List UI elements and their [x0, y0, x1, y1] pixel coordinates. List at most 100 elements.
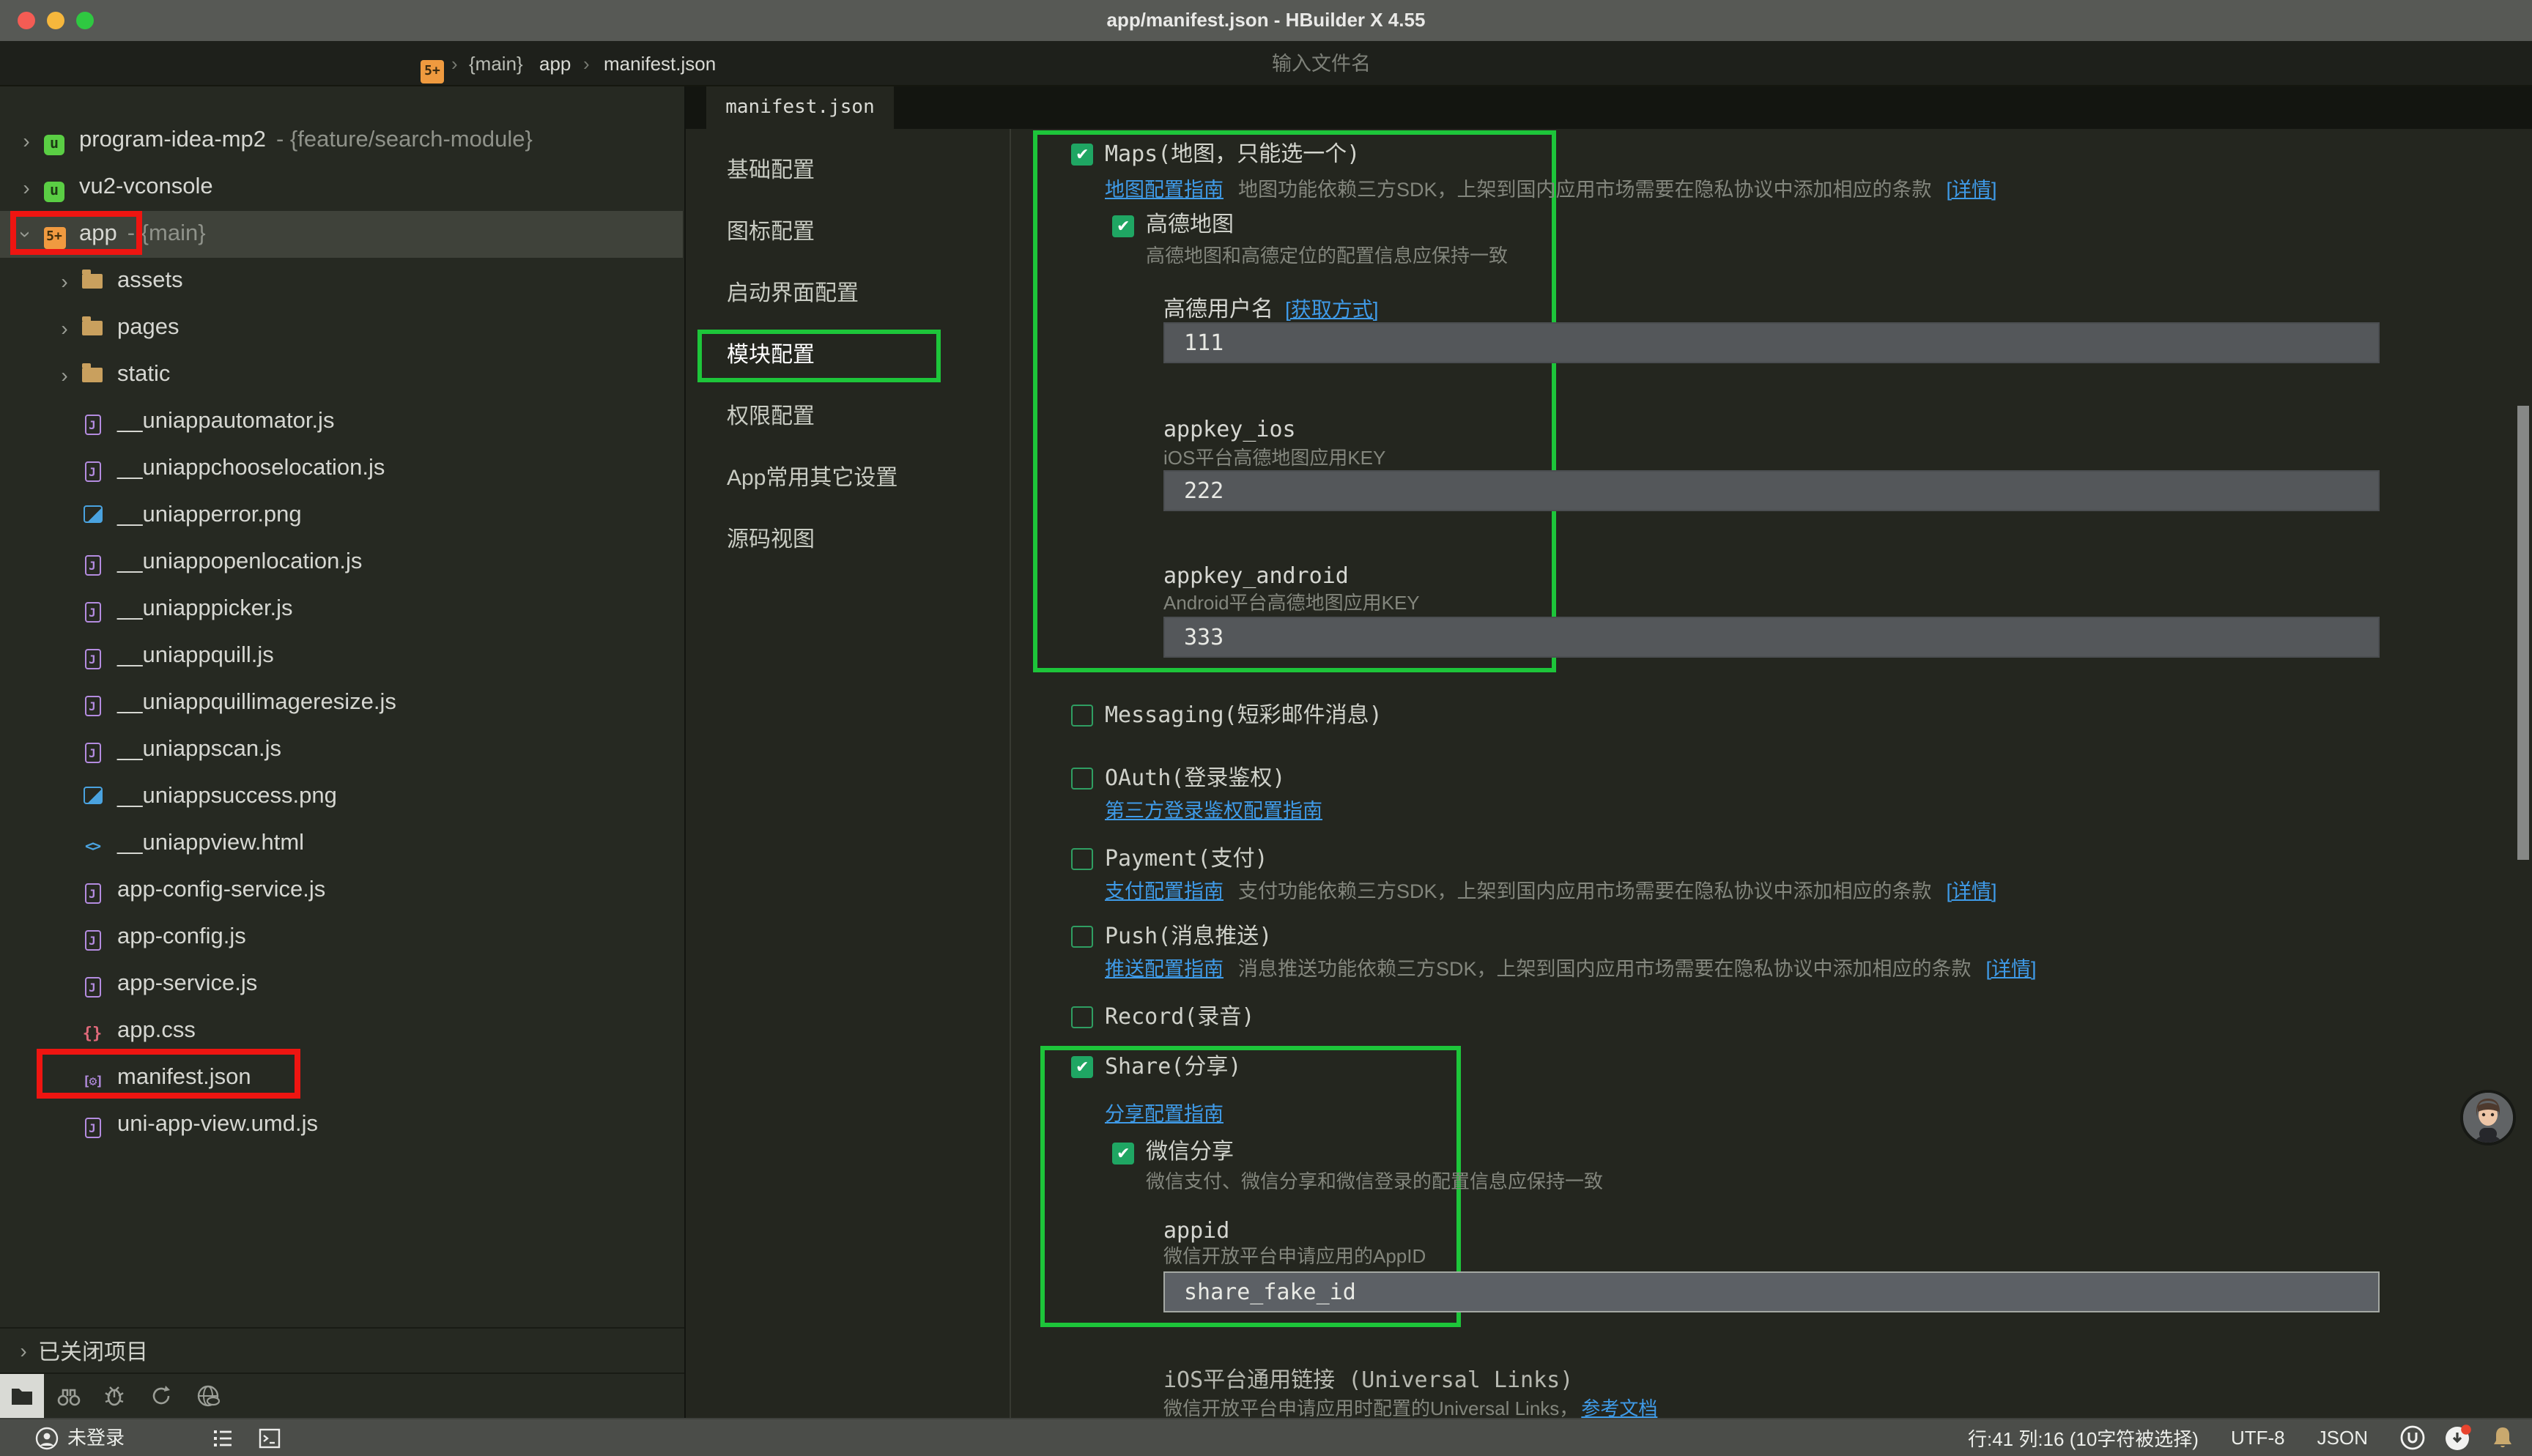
appkey-ios-input[interactable]: [1163, 470, 2380, 511]
tree-item-__uniappview.html[interactable]: <>__uniappview.html: [0, 820, 683, 867]
tree-item-__uniappautomator.js[interactable]: J__uniappautomator.js: [0, 398, 683, 445]
config-menu-item-7[interactable]: 源码视图: [727, 510, 897, 571]
debug-bug-icon[interactable]: [101, 1383, 127, 1409]
chevron-right-icon[interactable]: ›: [50, 270, 79, 293]
search-binoculars-icon[interactable]: [56, 1383, 82, 1409]
tree-item-__uniapperror.png[interactable]: __uniapperror.png: [0, 492, 683, 539]
amap-username-input[interactable]: [1163, 322, 2380, 363]
push-guide-link[interactable]: 推送配置指南: [1105, 952, 1224, 981]
cursor-position[interactable]: 行:41 列:16 (10字符被选择): [1968, 1424, 2199, 1452]
tree-item-app-config.js[interactable]: Japp-config.js: [0, 914, 683, 961]
config-menu-item-5[interactable]: 权限配置: [727, 387, 897, 448]
update-download-icon[interactable]: [2444, 1424, 2472, 1452]
chevron-right-icon[interactable]: ›: [9, 1339, 38, 1362]
maps-checkbox[interactable]: [1071, 144, 1093, 166]
oauth-guide-link[interactable]: 第三方登录鉴权配置指南: [1105, 794, 1322, 823]
js-file-icon: J: [79, 971, 106, 998]
tree-item-app-config-service.js[interactable]: Japp-config-service.js: [0, 867, 683, 914]
sync-export-icon[interactable]: [148, 1383, 174, 1409]
tree-item-uni-app-view.umd.js[interactable]: Juni-app-view.umd.js: [0, 1102, 683, 1148]
appkey-android-input[interactable]: [1163, 617, 2380, 658]
oauth-checkbox[interactable]: [1071, 768, 1093, 790]
tree-item-program-idea-mp2[interactable]: ›uprogram-idea-mp2- {feature/search-modu…: [0, 117, 683, 164]
file-name: static: [117, 362, 170, 388]
messaging-checkbox[interactable]: [1071, 705, 1093, 727]
file-name: __uniappscan.js: [117, 737, 281, 763]
editor-tab-bar: manifest.json: [686, 86, 2532, 129]
encoding-indicator[interactable]: UTF-8: [2231, 1427, 2285, 1449]
outline-list-icon[interactable]: [211, 1427, 234, 1450]
chevron-right-icon[interactable]: ›: [50, 316, 79, 340]
record-checkbox[interactable]: [1071, 1006, 1093, 1028]
user-account-icon[interactable]: [35, 1427, 59, 1450]
terminal-icon[interactable]: [258, 1427, 281, 1450]
amap-checkbox[interactable]: [1112, 215, 1134, 237]
payment-guide-link[interactable]: 支付配置指南: [1105, 874, 1224, 904]
chevron-right-icon[interactable]: ›: [12, 176, 41, 199]
files-panel-tab[interactable]: [0, 1374, 44, 1418]
share-label: Share(分享): [1105, 1053, 1241, 1080]
config-menu-item-6[interactable]: App常用其它设置: [727, 448, 897, 510]
share-checkbox[interactable]: [1071, 1056, 1093, 1078]
push-checkbox[interactable]: [1071, 926, 1093, 948]
universal-links-doc-link[interactable]: 参考文档: [1581, 1393, 1657, 1421]
maps-label: Maps(地图，只能选一个): [1105, 141, 1360, 167]
assistant-avatar[interactable]: [2460, 1090, 2516, 1145]
tree-item-__uniappscan.js[interactable]: J__uniappscan.js: [0, 727, 683, 773]
breadcrumb-chevron-icon: ›: [583, 41, 590, 86]
tab-manifest-json[interactable]: manifest.json: [706, 86, 894, 129]
file-name: __uniappchooselocation.js: [117, 456, 385, 482]
wechat-appid-note: 微信开放平台申请应用的AppID: [1163, 1244, 1426, 1269]
tree-item-app[interactable]: ›5+app- {main}: [0, 211, 683, 258]
maps-detail-link[interactable]: [详情]: [1947, 173, 1997, 202]
notification-bell-icon[interactable]: [2491, 1425, 2514, 1450]
payment-detail-link[interactable]: [详情]: [1947, 874, 1997, 904]
payment-checkbox[interactable]: [1071, 848, 1093, 870]
file-name: __uniapppicker.js: [117, 596, 293, 623]
chevron-right-icon[interactable]: ›: [50, 363, 79, 387]
png-file-icon: [79, 784, 106, 810]
tree-item-__uniappopenlocation.js[interactable]: J__uniappopenlocation.js: [0, 539, 683, 586]
breadcrumb-project[interactable]: app: [539, 41, 571, 86]
login-status[interactable]: 未登录: [67, 1419, 125, 1456]
tree-item-vu2-vconsole[interactable]: ›uvu2-vconsole: [0, 164, 683, 211]
uni-badge-icon[interactable]: [2400, 1425, 2425, 1450]
tree-item-__uniappchooselocation.js[interactable]: J__uniappchooselocation.js: [0, 445, 683, 492]
branch-suffix: - {main}: [127, 221, 206, 248]
breadcrumb-file[interactable]: manifest.json: [604, 41, 716, 86]
tree-item-__uniappquillimageresize.js[interactable]: J__uniappquillimageresize.js: [0, 680, 683, 727]
tree-item-__uniappquill.js[interactable]: J__uniappquill.js: [0, 633, 683, 680]
appkey-android-label: appkey_android: [1163, 562, 1349, 589]
amap-username-howto-link[interactable]: [获取方式]: [1285, 294, 1379, 324]
scrollbar-thumb[interactable]: [2517, 406, 2529, 860]
tree-item-static[interactable]: › static: [0, 352, 683, 398]
js-file-icon: J: [79, 596, 106, 623]
breadcrumb-branch[interactable]: {main}: [469, 41, 523, 86]
maps-guide-link[interactable]: 地图配置指南: [1105, 173, 1224, 202]
tree-item-__uniapppicker.js[interactable]: J __uniapppicker.js: [0, 586, 683, 633]
push-desc-row: 推送配置指南 消息推送功能依赖三方SDK，上架到国内应用市场需要在隐私协议中添加…: [1105, 952, 2037, 981]
language-mode[interactable]: JSON: [2317, 1427, 2368, 1449]
tree-item-assets[interactable]: ›assets: [0, 258, 683, 305]
tree-item-manifest.json[interactable]: [⚙]manifest.json: [0, 1055, 683, 1102]
globe-cloud-icon[interactable]: [195, 1383, 221, 1409]
share-guide-link[interactable]: 分享配置指南: [1105, 1097, 1224, 1126]
js-file-icon: J: [79, 877, 106, 904]
sidebar-tool-strip: [0, 1374, 686, 1418]
closed-projects-row[interactable]: › 已关闭项目: [0, 1329, 686, 1373]
tree-item-__uniappsuccess.png[interactable]: __uniappsuccess.png: [0, 773, 683, 820]
tree-item-pages[interactable]: ›pages: [0, 305, 683, 352]
tree-item-app.css[interactable]: {}app.css: [0, 1008, 683, 1055]
wechat-appid-input[interactable]: [1163, 1271, 2380, 1312]
title-bar: app/manifest.json - HBuilder X 4.55: [0, 0, 2532, 41]
config-menu-item-1[interactable]: 基础配置: [727, 141, 897, 202]
config-menu-item-3[interactable]: 启动界面配置: [727, 264, 897, 325]
config-menu-item-4[interactable]: 模块配置: [727, 325, 897, 387]
chevron-down-icon[interactable]: ›: [15, 220, 38, 249]
chevron-right-icon[interactable]: ›: [12, 129, 41, 152]
push-detail-link[interactable]: [详情]: [1986, 952, 2037, 981]
wechat-share-checkbox[interactable]: [1112, 1143, 1134, 1165]
search-input[interactable]: 输入文件名: [1272, 41, 1371, 86]
config-menu-item-2[interactable]: 图标配置: [727, 202, 897, 264]
tree-item-app-service.js[interactable]: Japp-service.js: [0, 961, 683, 1008]
